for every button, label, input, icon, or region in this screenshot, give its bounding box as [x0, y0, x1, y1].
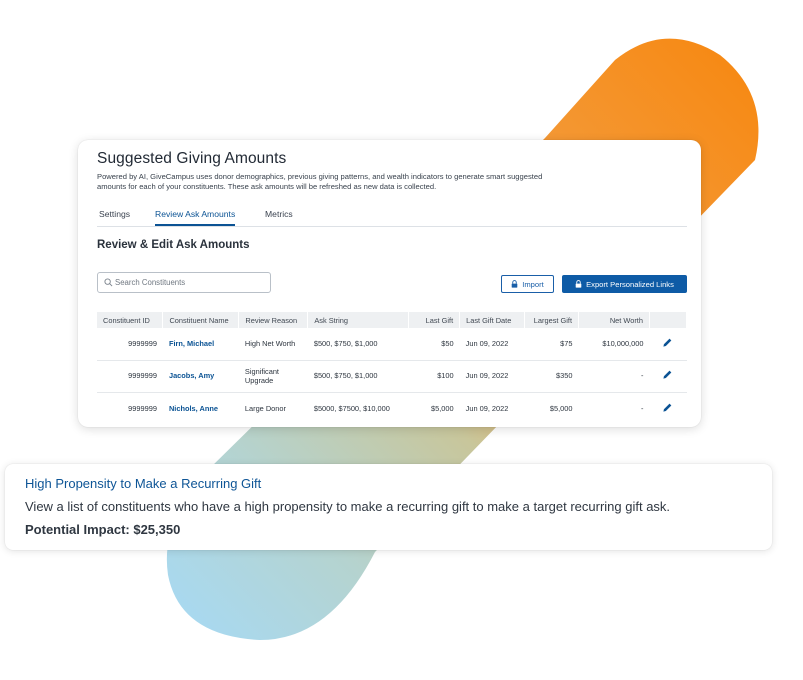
page-description: Powered by AI, GiveCampus uses donor dem…: [97, 172, 543, 191]
constituent-name-link[interactable]: Nichols, Anne: [163, 392, 239, 424]
largest-gift: $5,000: [549, 403, 573, 413]
col-net-worth[interactable]: Net Worth: [578, 312, 650, 328]
insight-description: View a list of constituents who have a h…: [25, 499, 671, 514]
last-gift: $5,000: [431, 403, 454, 413]
net-worth: -: [640, 371, 644, 381]
last-gift: $100: [437, 371, 454, 381]
tab-settings[interactable]: Settings: [99, 209, 130, 224]
table-row: 9999999 Nichols, Anne Large Donor $5000,…: [97, 392, 687, 424]
review-reason: High Net Worth: [244, 339, 296, 348]
col-last-gift[interactable]: Last Gift: [408, 312, 461, 328]
last-gift: $50: [441, 339, 454, 348]
net-worth: -: [640, 403, 644, 413]
col-ask-string[interactable]: Ask String: [307, 312, 410, 328]
constituent-id: 9999999: [128, 339, 157, 348]
edit-cell: [649, 360, 686, 392]
pencil-edit-icon[interactable]: [662, 369, 673, 380]
ask-string: $500, $750, $1,000: [313, 339, 378, 348]
insight-title[interactable]: High Propensity to Make a Recurring Gift: [25, 476, 261, 491]
section-title: Review & Edit Ask Amounts: [97, 239, 250, 251]
lock-icon: [575, 280, 582, 288]
edit-cell: [649, 392, 686, 424]
import-button[interactable]: Import: [501, 275, 554, 293]
search-box: [97, 272, 271, 293]
net-worth: $10,000,000: [602, 339, 644, 348]
recurring-gift-insight-card: High Propensity to Make a Recurring Gift…: [5, 464, 772, 550]
col-last-gift-date[interactable]: Last Gift Date: [459, 312, 526, 328]
col-largest-gift[interactable]: Largest Gift: [524, 312, 579, 328]
review-reason: Large Donor: [244, 403, 286, 413]
col-actions: [649, 312, 688, 328]
ask-amounts-table: Constituent ID Constituent Name Review R…: [97, 312, 688, 424]
col-review-reason[interactable]: Review Reason: [238, 312, 309, 328]
constituent-id: 9999999: [128, 371, 157, 381]
search-input[interactable]: [115, 275, 265, 290]
constituent-name-link[interactable]: Firn, Michael: [163, 328, 239, 360]
constituent-id: 9999999: [128, 403, 157, 413]
table-header-row: Constituent ID Constituent Name Review R…: [97, 312, 688, 328]
export-label: Export Personalized Links: [586, 279, 674, 289]
pencil-edit-icon[interactable]: [662, 337, 673, 348]
largest-gift: $75: [560, 339, 573, 348]
largest-gift: $350: [556, 371, 573, 381]
suggested-giving-card: Suggested Giving Amounts Powered by AI, …: [78, 140, 701, 427]
last-gift-date: Jun 09, 2022: [465, 371, 509, 381]
col-constituent-id[interactable]: Constituent ID: [97, 312, 164, 328]
tab-metrics[interactable]: Metrics: [265, 209, 293, 224]
lock-icon: [511, 280, 518, 288]
constituent-name-link[interactable]: Jacobs, Amy: [163, 360, 239, 392]
last-gift-date: Jun 09, 2022: [465, 403, 509, 413]
last-gift-date: Jun 09, 2022: [465, 339, 509, 348]
edit-cell: [649, 328, 686, 360]
table-row: 9999999 Jacobs, Amy Significant Upgrade …: [97, 360, 687, 392]
search-icon: [104, 278, 113, 287]
table-row: 9999999 Firn, Michael High Net Worth $50…: [97, 328, 687, 360]
tab-review-ask-amounts[interactable]: Review Ask Amounts: [155, 209, 236, 226]
export-personalized-links-button[interactable]: Export Personalized Links: [562, 275, 687, 293]
col-constituent-name[interactable]: Constituent Name: [162, 312, 240, 328]
ask-string: $500, $750, $1,000: [313, 371, 378, 381]
page-title: Suggested Giving Amounts: [97, 150, 287, 167]
review-reason: Significant Upgrade: [244, 366, 279, 386]
pencil-edit-icon[interactable]: [662, 402, 673, 413]
insight-impact: Potential Impact: $25,350: [25, 522, 181, 537]
tab-bar: Settings Review Ask Amounts Metrics: [97, 207, 687, 227]
import-label: Import: [522, 279, 544, 289]
ask-string: $5000, $7500, $10,000: [313, 403, 390, 413]
